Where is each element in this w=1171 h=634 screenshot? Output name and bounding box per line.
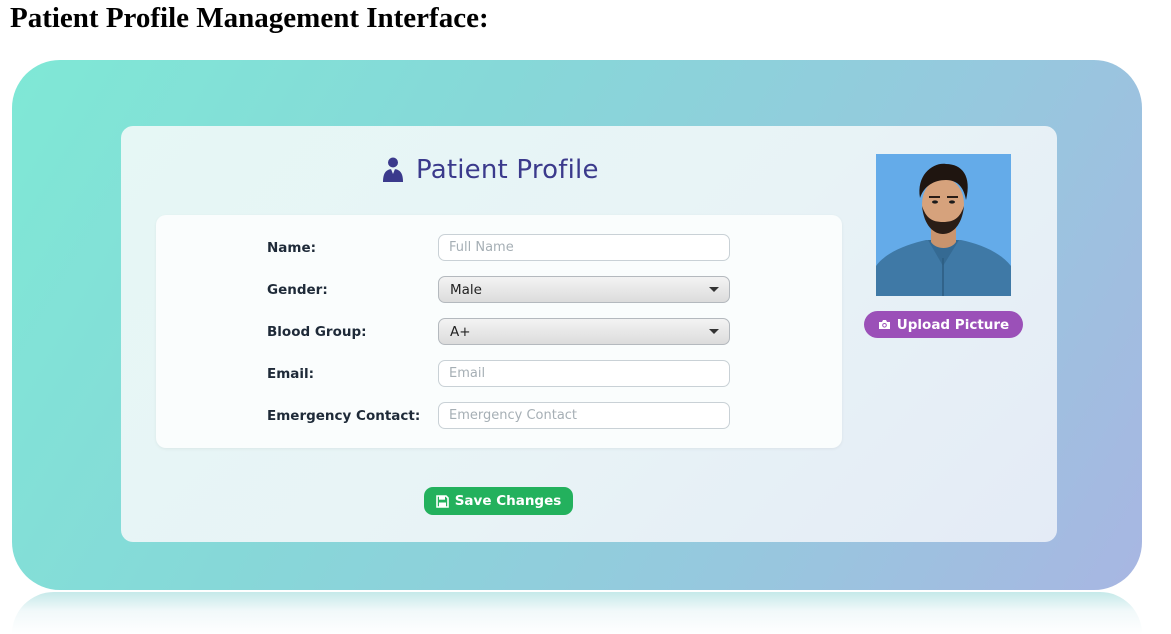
upload-picture-button[interactable]: Upload Picture <box>864 311 1023 338</box>
emergency-contact-label: Emergency Contact: <box>267 408 421 424</box>
save-changes-button[interactable]: Save Changes <box>424 487 573 515</box>
gender-label: Gender: <box>267 282 328 298</box>
email-input[interactable] <box>438 360 730 387</box>
gender-select-value: Male <box>450 281 482 298</box>
name-input[interactable] <box>438 234 730 261</box>
chevron-down-icon <box>709 329 719 334</box>
blood-group-select[interactable]: A+ <box>438 318 730 345</box>
user-icon <box>383 157 403 182</box>
chevron-down-icon <box>709 287 719 292</box>
patient-portrait-image <box>876 154 1011 296</box>
background-reflection <box>12 592 1142 634</box>
blood-group-select-value: A+ <box>450 323 471 340</box>
email-label: Email: <box>267 366 315 382</box>
blood-group-label: Blood Group: <box>267 324 367 340</box>
document-title: Patient Profile Management Interface: <box>10 2 489 34</box>
profile-title: Patient Profile <box>416 155 599 185</box>
save-changes-label: Save Changes <box>454 493 562 509</box>
upload-picture-label: Upload Picture <box>896 316 1010 333</box>
page-title: Patient Profile <box>382 150 599 190</box>
camera-icon <box>878 320 890 329</box>
gender-select[interactable]: Male <box>438 276 730 303</box>
emergency-contact-input[interactable] <box>438 402 730 429</box>
save-icon <box>435 494 449 508</box>
patient-photo <box>876 154 1011 296</box>
name-label: Name: <box>267 240 317 256</box>
